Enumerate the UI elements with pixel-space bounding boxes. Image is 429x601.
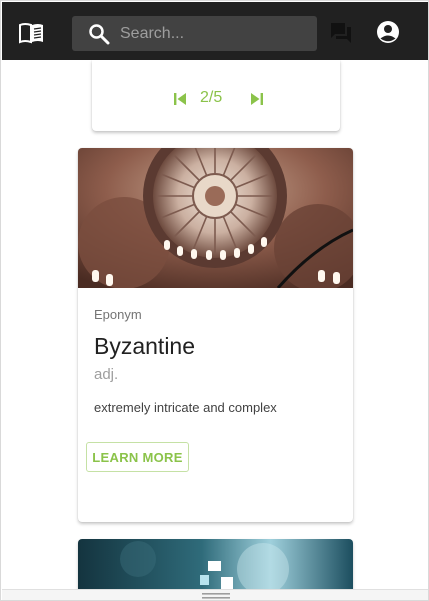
drag-handle-icon[interactable] bbox=[202, 593, 230, 599]
learn-more-button[interactable]: LEARN MORE bbox=[86, 442, 189, 472]
pagination-card: 2/5 bbox=[92, 60, 340, 131]
next-word-card bbox=[78, 539, 353, 590]
search-icon bbox=[89, 24, 110, 45]
word-title: Byzantine bbox=[94, 333, 196, 359]
search-box[interactable] bbox=[72, 16, 317, 51]
search-input[interactable] bbox=[120, 16, 310, 51]
next-card-image bbox=[78, 539, 353, 590]
book-icon[interactable] bbox=[19, 22, 44, 44]
last-page-icon[interactable] bbox=[249, 91, 265, 107]
account-circle-icon[interactable] bbox=[376, 20, 400, 44]
word-definition: extremely intricate and complex bbox=[94, 400, 277, 415]
top-app-bar bbox=[2, 2, 428, 60]
app-frame: 2/5 bbox=[0, 0, 429, 601]
forum-icon[interactable] bbox=[330, 22, 352, 44]
word-category: Eponym bbox=[94, 307, 142, 322]
mosque-dome-image bbox=[78, 148, 353, 288]
content-area[interactable]: 2/5 Eponym Byzantine adj. extremely intr… bbox=[2, 60, 428, 590]
word-card: Eponym Byzantine adj. extremely intricat… bbox=[78, 148, 353, 522]
part-of-speech: adj. bbox=[94, 366, 119, 383]
page-indicator: 2/5 bbox=[200, 89, 223, 106]
bottom-handle-bar[interactable] bbox=[2, 589, 428, 600]
first-page-icon[interactable] bbox=[172, 91, 188, 107]
